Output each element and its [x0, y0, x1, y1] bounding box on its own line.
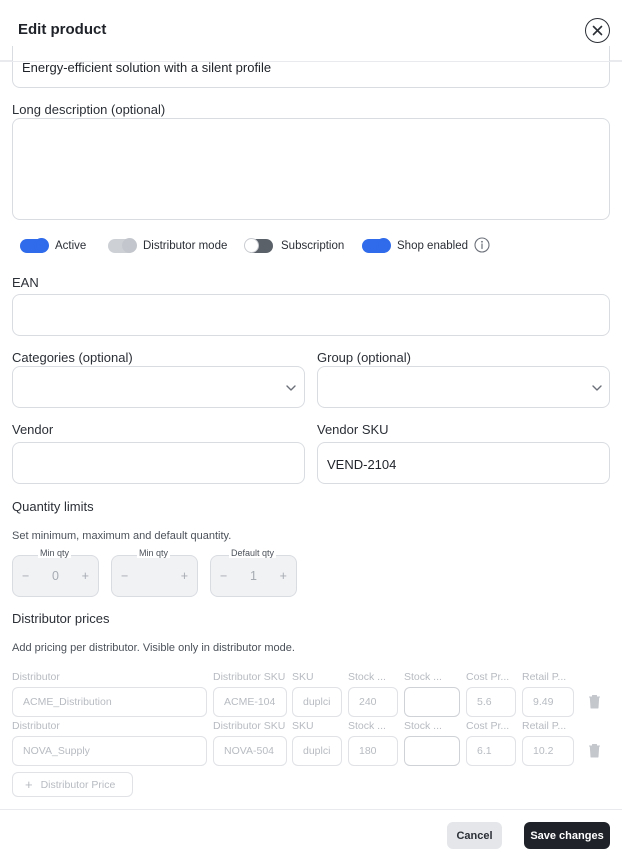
stock-input[interactable]: 180	[348, 736, 398, 766]
minus-icon[interactable]: −	[220, 569, 227, 583]
footer-divider	[0, 809, 622, 810]
min-qty-caption: Min qty	[38, 548, 72, 558]
plus-icon: +	[25, 777, 33, 792]
quantity-limits-title: Quantity limits	[12, 499, 94, 514]
retail-price-input[interactable]: 9.49	[522, 687, 574, 717]
column-header: Stock ...	[348, 720, 386, 732]
sku-input[interactable]: duplci	[292, 736, 342, 766]
trash-icon[interactable]	[588, 743, 601, 763]
plus-icon[interactable]: +	[82, 569, 89, 583]
column-header: Distributor	[12, 720, 60, 732]
dialog-title: Edit product	[18, 21, 107, 38]
plus-icon[interactable]: +	[280, 569, 287, 583]
plus-icon[interactable]: +	[181, 569, 188, 583]
close-icon	[592, 25, 603, 36]
quantity-limits-help: Set minimum, maximum and default quantit…	[12, 530, 232, 542]
cost-price-input[interactable]: 6.1	[466, 736, 516, 766]
minus-icon[interactable]: −	[121, 569, 128, 583]
categories-label: Categories (optional)	[12, 350, 133, 365]
column-header: Stock ...	[404, 671, 442, 683]
minus-icon[interactable]: −	[22, 569, 29, 583]
distributor-input[interactable]: ACME_Distribution	[12, 687, 207, 717]
vendor-label: Vendor	[12, 422, 54, 437]
toggle-subscription[interactable]	[244, 238, 273, 253]
ean-input[interactable]	[12, 294, 610, 336]
add-distributor-price-label: Distributor Price	[40, 778, 116, 791]
toggle-shop-enabled-label: Shop enabled	[397, 240, 468, 252]
distributor-input[interactable]: NOVA_Supply	[12, 736, 207, 766]
short-description-value: Energy-efficient solution with a silent …	[22, 60, 272, 75]
vendor-sku-label: Vendor SKU	[317, 422, 389, 437]
ean-label: EAN	[12, 275, 39, 290]
stock-secondary-input[interactable]	[404, 687, 460, 717]
column-header: SKU	[292, 720, 314, 732]
chevron-down-icon	[591, 380, 603, 398]
distributor-prices-help: Add pricing per distributor. Visible onl…	[12, 642, 295, 654]
max-qty-caption: Min qty	[137, 548, 171, 558]
toggle-shop-enabled[interactable]	[362, 238, 391, 253]
vendor-sku-value: VEND-2104	[327, 457, 397, 472]
default-qty-value: 1	[250, 569, 257, 583]
header-divider	[0, 61, 622, 62]
save-button[interactable]: Save changes	[524, 822, 610, 849]
distributor-sku-input[interactable]: NOVA-504	[213, 736, 287, 766]
min-qty-stepper[interactable]: − 0 +	[12, 555, 99, 597]
column-header: Distributor SKU	[213, 671, 286, 683]
long-description-textarea[interactable]	[12, 118, 610, 220]
min-qty-value: 0	[52, 569, 59, 583]
group-label: Group (optional)	[317, 350, 411, 365]
column-header: Stock ...	[404, 720, 442, 732]
toggle-active-label: Active	[55, 240, 87, 252]
column-header: Distributor	[12, 671, 60, 683]
column-header: Stock ...	[348, 671, 386, 683]
group-select[interactable]	[317, 366, 610, 408]
toggle-distributor-mode-label: Distributor mode	[143, 240, 228, 252]
close-button[interactable]	[585, 18, 610, 43]
cost-price-input[interactable]: 5.6	[466, 687, 516, 717]
column-header: Cost Pr...	[466, 671, 510, 683]
toggle-distributor-mode[interactable]	[108, 238, 137, 253]
info-icon[interactable]	[474, 237, 490, 258]
cancel-button[interactable]: Cancel	[447, 822, 502, 849]
vendor-input[interactable]	[12, 442, 305, 484]
column-header: Cost Pr...	[466, 720, 510, 732]
max-qty-stepper[interactable]: − +	[111, 555, 198, 597]
column-header: Retail P...	[522, 671, 567, 683]
column-header: Retail P...	[522, 720, 567, 732]
default-qty-caption: Default qty	[229, 548, 277, 558]
trash-icon[interactable]	[588, 694, 601, 714]
toggle-subscription-label: Subscription	[281, 240, 345, 252]
stock-input[interactable]: 240	[348, 687, 398, 717]
column-header: Distributor SKU	[213, 720, 286, 732]
toggle-active[interactable]	[20, 238, 49, 253]
sku-input[interactable]: duplci	[292, 687, 342, 717]
column-header: SKU	[292, 671, 314, 683]
distributor-prices-title: Distributor prices	[12, 611, 110, 626]
default-qty-stepper[interactable]: − 1 +	[210, 555, 297, 597]
chevron-down-icon	[285, 380, 297, 398]
categories-select[interactable]	[12, 366, 305, 408]
add-distributor-price-button[interactable]: + Distributor Price	[12, 772, 133, 797]
long-description-label: Long description (optional)	[12, 102, 166, 117]
retail-price-input[interactable]: 10.2	[522, 736, 574, 766]
stock-secondary-input[interactable]	[404, 736, 460, 766]
distributor-sku-input[interactable]: ACME-104	[213, 687, 287, 717]
